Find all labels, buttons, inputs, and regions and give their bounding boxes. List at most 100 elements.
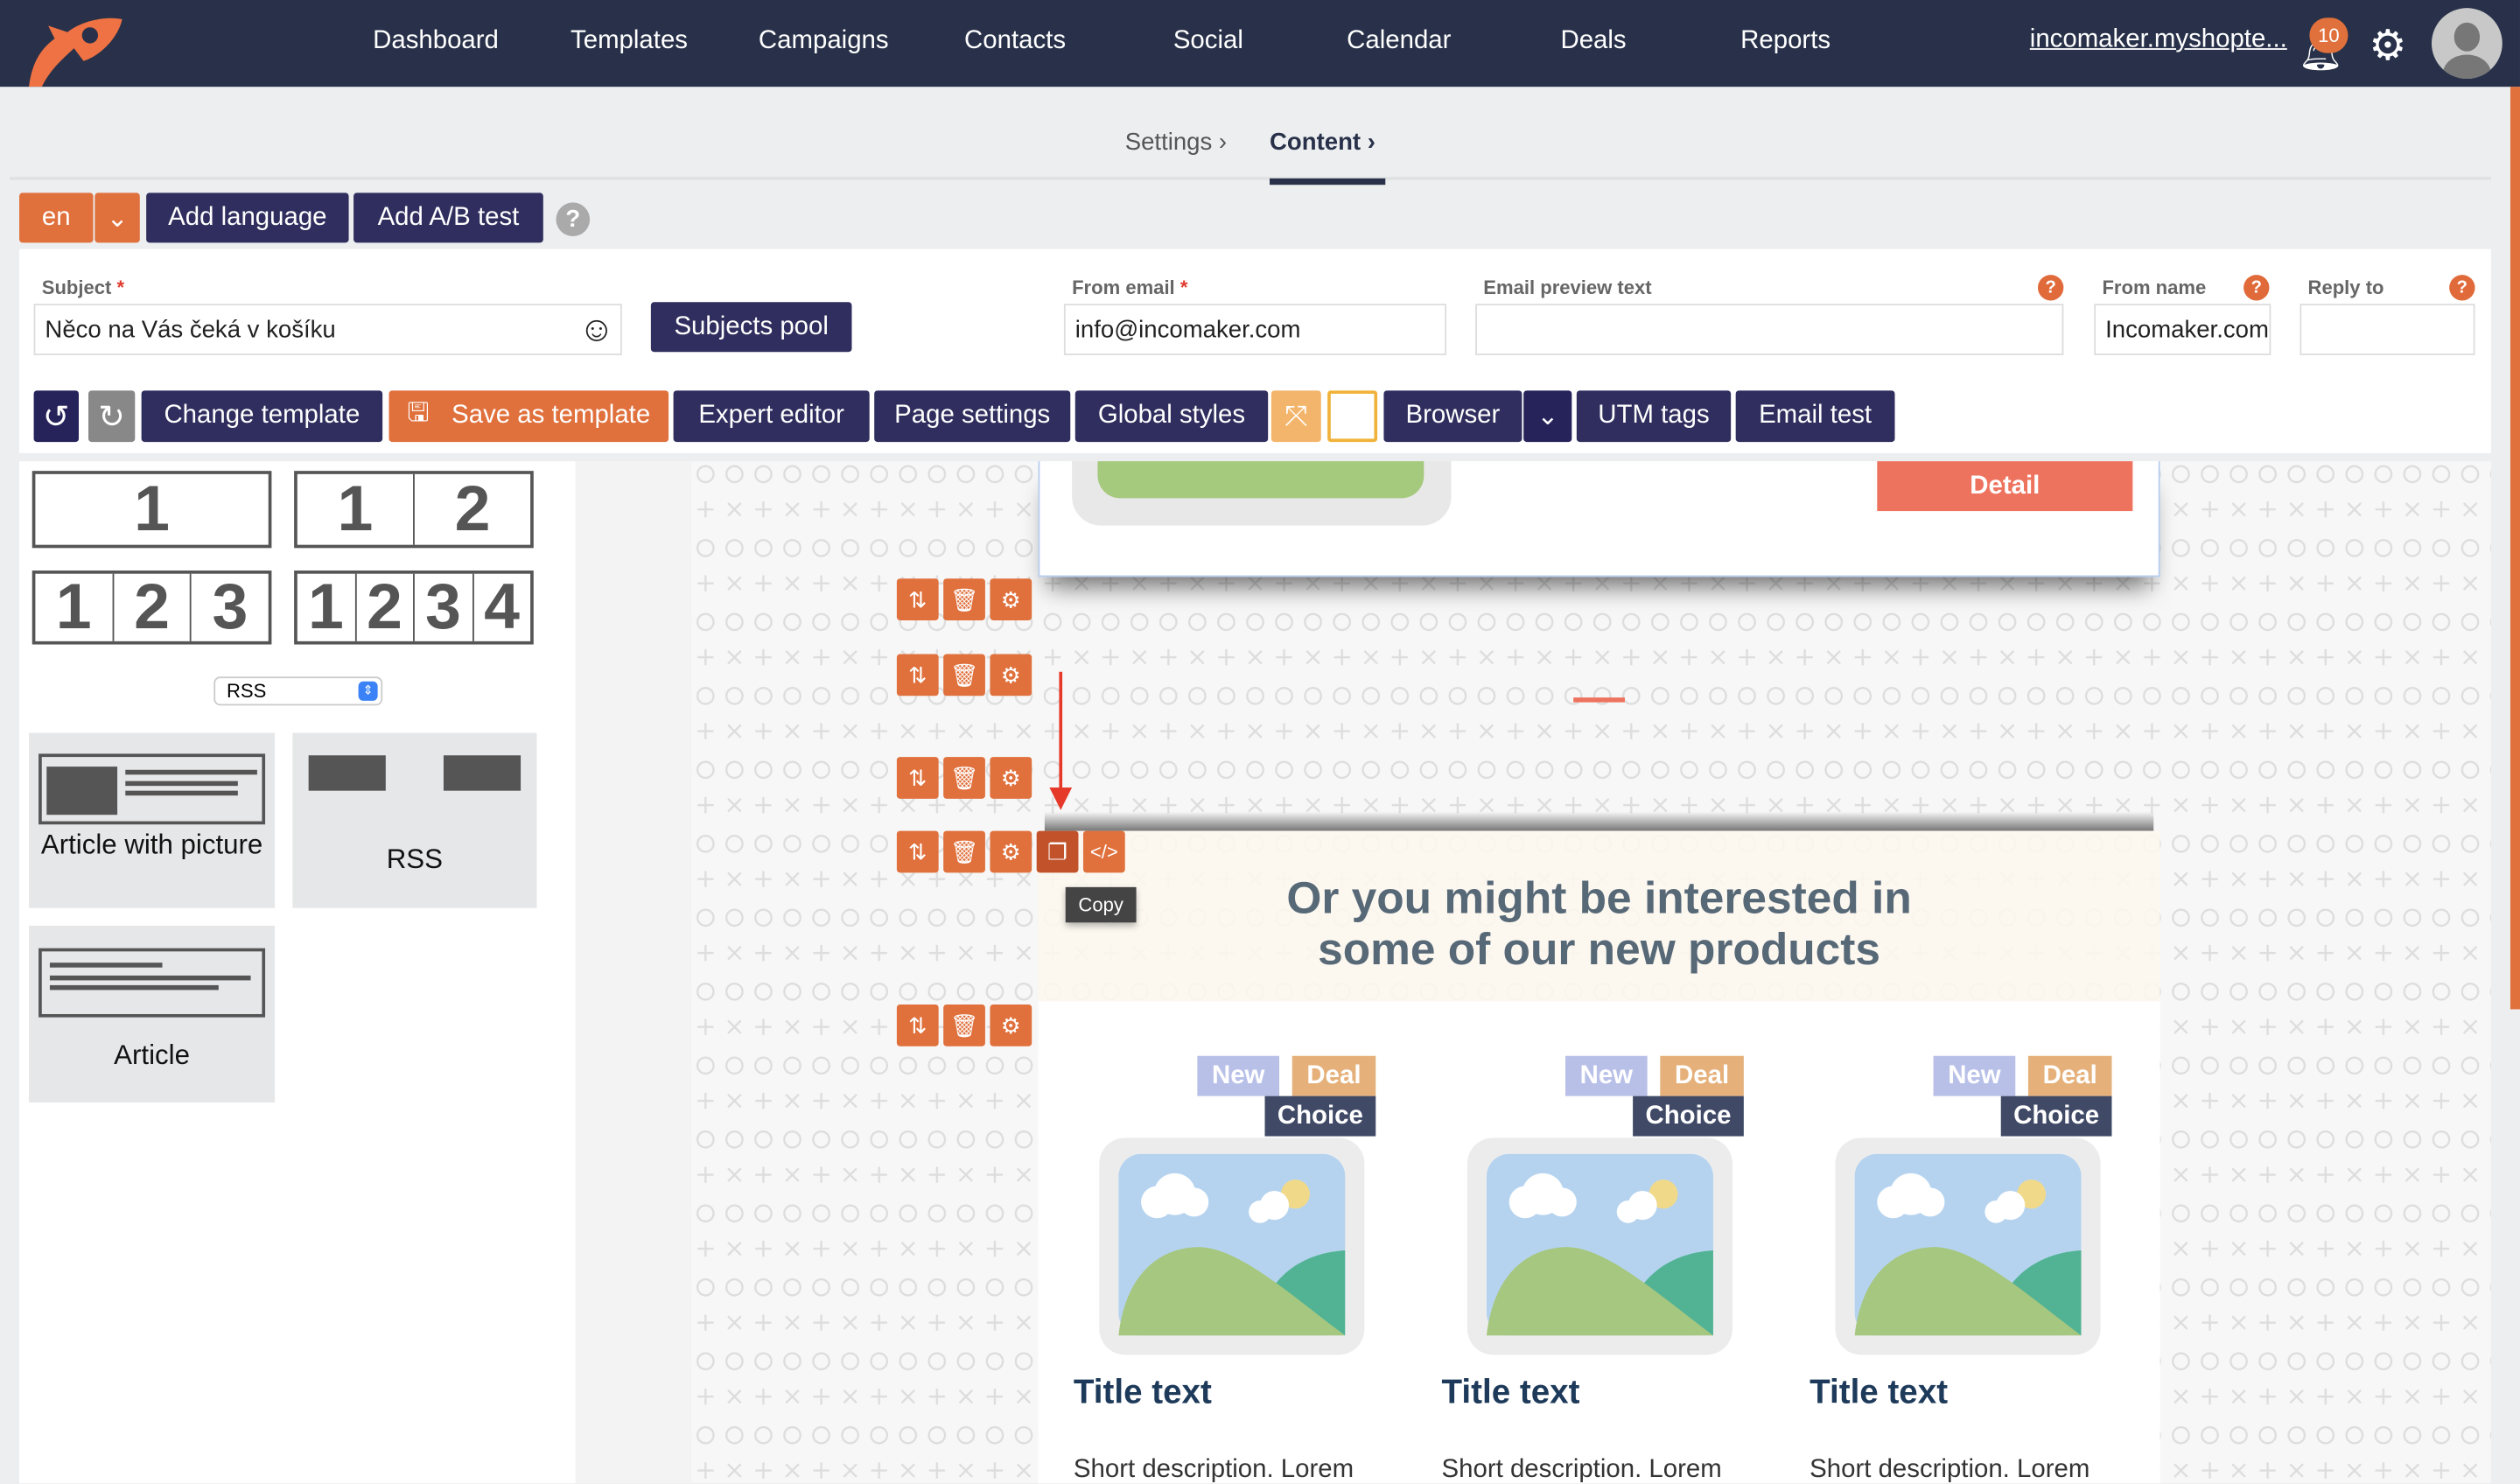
preview-text-input[interactable] (1475, 304, 2064, 355)
choice-badge: Choice (2000, 1096, 2112, 1137)
product-title: Title text (1810, 1374, 1949, 1411)
move-icon[interactable]: ⇅ (896, 578, 939, 620)
logo-icon (29, 18, 122, 88)
gear-icon[interactable]: ⚙ (990, 578, 1032, 620)
layout-2-columns[interactable]: 12 (294, 471, 534, 549)
grid-toggle-button[interactable] (1327, 390, 1378, 443)
select-arrows-icon: ⇕ (358, 681, 378, 701)
block-toolbar: ⇅ 🗑︎ ⚙ (896, 578, 1032, 620)
gear-icon[interactable]: ⚙ (990, 757, 1032, 799)
help-icon[interactable]: ? (2037, 275, 2064, 301)
deal-badge: Deal (1292, 1055, 1376, 1096)
new-badge: New (1564, 1055, 1648, 1096)
breadcrumb-settings[interactable]: Settings › (1125, 129, 1227, 156)
trash-icon[interactable]: 🗑︎ (943, 578, 985, 620)
copy-icon[interactable]: ❐ (1036, 830, 1079, 873)
global-styles-button[interactable]: Global styles (1074, 390, 1269, 443)
redo-icon: ↻ (98, 399, 126, 435)
nav-campaigns[interactable]: Campaigns (759, 27, 889, 56)
language-button[interactable]: en (19, 192, 94, 243)
fullscreen-button[interactable]: ⤧ (1270, 390, 1321, 443)
green-button[interactable] (1097, 461, 1424, 499)
block-type-select[interactable]: RSS ⇕ (214, 676, 383, 706)
reply-to-input[interactable] (2300, 304, 2475, 355)
divider (10, 177, 2491, 180)
help-icon[interactable]: ? (2449, 275, 2475, 301)
block-rss[interactable]: RSS (292, 732, 537, 908)
article-icon (38, 948, 266, 1018)
image-placeholder-icon (1486, 1153, 1713, 1336)
gear-icon[interactable]: ⚙ (990, 654, 1032, 696)
email-test-button[interactable]: Email test (1735, 390, 1895, 443)
move-icon[interactable]: ⇅ (896, 1004, 939, 1046)
from-email-input[interactable]: info@incomaker.com (1063, 304, 1447, 355)
move-icon[interactable]: ⇅ (896, 757, 939, 799)
trash-icon[interactable]: 🗑︎ (943, 654, 985, 696)
trash-icon[interactable]: 🗑︎ (943, 830, 985, 873)
language-dropdown[interactable]: ⌄ (94, 192, 140, 243)
notification-badge: 10 (2309, 18, 2348, 53)
expert-editor-button[interactable]: Expert editor (673, 390, 870, 443)
undo-button[interactable]: ↺ (33, 390, 79, 443)
nav-templates[interactable]: Templates (570, 27, 688, 56)
block-shadow (1044, 811, 2154, 831)
chevron-down-icon: ⌄ (106, 205, 129, 233)
block-article-with-picture[interactable]: Article with picture (29, 732, 276, 908)
save-as-template-button[interactable]: 🖫 Save as template (388, 390, 669, 443)
browser-preview-button[interactable]: Browser (1383, 390, 1522, 443)
active-step-indicator (1270, 178, 1386, 186)
subjects-pool-button[interactable]: Subjects pool (650, 302, 852, 353)
nav-dashboard[interactable]: Dashboard (373, 27, 499, 56)
gear-icon[interactable]: ⚙ (2369, 21, 2406, 71)
redo-button[interactable]: ↻ (88, 390, 136, 443)
subject-input[interactable]: Něco na Vás čeká v košíku (33, 304, 622, 355)
add-language-button[interactable]: Add language (146, 192, 349, 243)
from-name-input[interactable]: Incomaker.com (2094, 304, 2272, 355)
nav-calendar[interactable]: Calendar (1347, 27, 1451, 56)
product-description: Short description. Lorem (1810, 1456, 2090, 1484)
move-icon[interactable]: ⇅ (896, 654, 939, 696)
nav-deals[interactable]: Deals (1560, 27, 1626, 56)
code-icon[interactable]: </> (1082, 830, 1125, 873)
gear-icon[interactable]: ⚙ (990, 1004, 1032, 1046)
gutter (575, 461, 691, 1484)
drop-arrow (1059, 671, 1063, 794)
scrollbar[interactable] (2510, 87, 2520, 1010)
choice-badge: Choice (1633, 1096, 1744, 1137)
email-block-top[interactable]: Detail (1038, 461, 2160, 578)
page-settings-button[interactable]: Page settings (874, 390, 1071, 443)
gear-icon[interactable]: ⚙ (990, 830, 1032, 873)
browser-dropdown[interactable]: ⌄ (1523, 390, 1572, 443)
add-ab-test-button[interactable]: Add A/B test (354, 192, 543, 243)
layout-3-columns[interactable]: 123 (32, 570, 272, 645)
new-badge: New (1197, 1055, 1280, 1096)
nav-contacts[interactable]: Contacts (964, 27, 1066, 56)
help-icon[interactable]: ? (556, 202, 591, 236)
trash-icon[interactable]: 🗑︎ (943, 1004, 985, 1046)
utm-tags-button[interactable]: UTM tags (1576, 390, 1732, 443)
detail-button[interactable]: Detail (1877, 461, 2133, 512)
chevron-down-icon: ⌄ (1536, 403, 1559, 431)
nav-social[interactable]: Social (1173, 27, 1243, 56)
deal-badge: Deal (2027, 1055, 2112, 1096)
avatar[interactable] (2431, 8, 2502, 79)
trash-icon[interactable]: 🗑︎ (943, 757, 985, 799)
change-template-button[interactable]: Change template (141, 390, 383, 443)
breadcrumb-content[interactable]: Content › (1270, 129, 1376, 156)
reply-to-label: Reply to (2307, 276, 2384, 299)
layout-4-columns[interactable]: 1234 (294, 570, 534, 645)
choice-badge: Choice (1264, 1096, 1376, 1137)
block-toolbar: ⇅ 🗑︎ ⚙ ❐ </> (896, 830, 1125, 873)
layout-1-column[interactable]: 1 (32, 471, 272, 549)
heading-block[interactable]: Or you might be interested in some of ou… (1038, 830, 2160, 1002)
app: Dashboard Templates Campaigns Contacts S… (0, 0, 2520, 1484)
account-link[interactable]: incomaker.myshopte... (2030, 25, 2287, 54)
product-title: Title text (1441, 1374, 1580, 1411)
emoji-icon[interactable]: ☺ (578, 309, 614, 351)
nav-reports[interactable]: Reports (1740, 27, 1830, 56)
move-icon[interactable]: ⇅ (896, 830, 939, 873)
block-article[interactable]: Article (29, 925, 276, 1102)
expand-icon: ⤧ (1284, 399, 1308, 432)
product-description: Short description. Lorem (1441, 1456, 1722, 1484)
help-icon[interactable]: ? (2244, 275, 2270, 301)
